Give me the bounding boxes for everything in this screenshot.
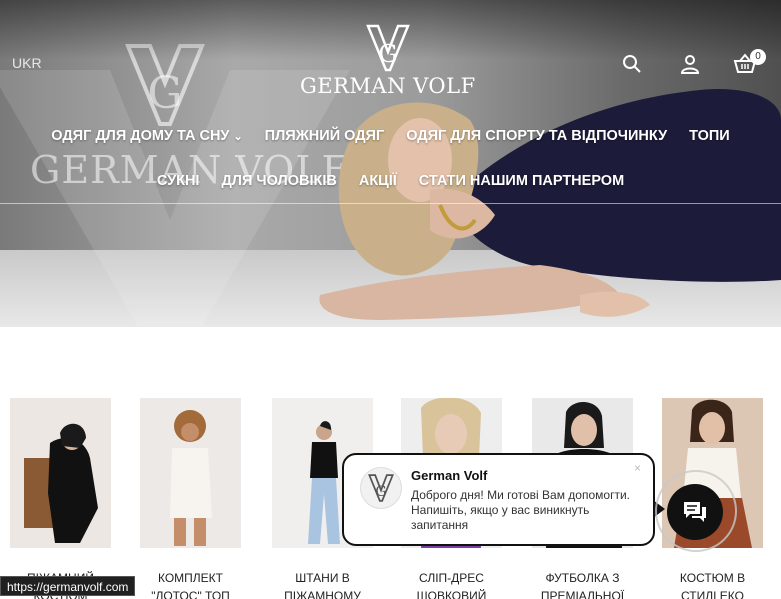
chat-open-button[interactable] (667, 484, 723, 540)
nav-item-sport-leisure[interactable]: ОДЯГ ДЛЯ СПОРТУ ТА ВІДПОЧИНКУ (406, 128, 667, 144)
chat-message: Доброго дня! Ми готові Вам допомогти. На… (411, 488, 630, 532)
search-icon[interactable] (620, 52, 644, 76)
brand-logo-icon: G (365, 24, 410, 72)
browser-status-url: https://germanvolf.com (0, 576, 136, 596)
svg-text:G: G (378, 40, 397, 68)
chat-avatar: G (360, 467, 402, 509)
nav-item-men[interactable]: ДЛЯ ЧОЛОВІКІВ (221, 173, 336, 189)
chat-icon (684, 502, 706, 522)
user-icon[interactable] (678, 52, 702, 76)
nav-item-tops[interactable]: ТОПИ (689, 128, 730, 144)
main-nav-row-1: ОДЯГ ДЛЯ ДОМУ ТА СНУ ⌄ ПЛЯЖНИЙ ОДЯГ ОДЯГ … (0, 128, 781, 144)
nav-item-home-sleepwear[interactable]: ОДЯГ ДЛЯ ДОМУ ТА СНУ ⌄ (51, 128, 242, 144)
nav-item-dresses[interactable]: СУКНІ (157, 173, 200, 189)
svg-text:G: G (375, 484, 386, 500)
cart-count-badge: 0 (750, 49, 766, 65)
nav-item-label: ОДЯГ ДЛЯ ДОМУ ТА СНУ (51, 128, 230, 144)
product-card[interactable]: КОМПЛЕКТ "ЛОТОС" ТОП (140, 398, 241, 599)
svg-text:G: G (147, 68, 182, 119)
chat-sender-name: German Volf (411, 468, 488, 483)
close-icon[interactable]: × (634, 461, 641, 475)
product-image[interactable] (10, 398, 111, 548)
product-title[interactable]: СЛІП-ДРЕС ШОВКОВИЙ (401, 569, 502, 599)
nav-item-sale[interactable]: АКЦІЇ (359, 173, 397, 189)
language-switcher[interactable]: UKR (12, 55, 42, 71)
product-title[interactable]: КОСТЮМ В СТИЛІ ЕКО (662, 569, 763, 599)
brand-logo-icon: G (368, 474, 394, 502)
main-nav-row-2: СУКНІ ДЛЯ ЧОЛОВІКІВ АКЦІЇ СТАТИ НАШИМ ПА… (0, 173, 781, 189)
nav-item-partner[interactable]: СТАТИ НАШИМ ПАРТНЕРОМ (419, 173, 624, 189)
chat-greeting-popup[interactable]: G German Volf Доброго дня! Ми готові Вам… (342, 453, 655, 546)
header-divider (0, 203, 781, 204)
brand-logo[interactable]: G GERMAN VOLF (300, 24, 475, 104)
product-card[interactable]: ПІЖАМНИЙ КОСТЮМ (10, 398, 111, 599)
product-title[interactable]: КОМПЛЕКТ "ЛОТОС" ТОП (140, 569, 241, 599)
brand-name: GERMAN VOLF (300, 74, 476, 98)
product-title[interactable]: ФУТБОЛКА З ПРЕМІАЛЬНОЇ (532, 569, 633, 599)
chevron-down-icon: ⌄ (233, 131, 243, 143)
product-title[interactable]: ШТАНИ В ПІЖАМНОМУ (272, 569, 373, 599)
product-image[interactable] (140, 398, 241, 548)
nav-item-beachwear[interactable]: ПЛЯЖНИЙ ОДЯГ (265, 128, 385, 144)
